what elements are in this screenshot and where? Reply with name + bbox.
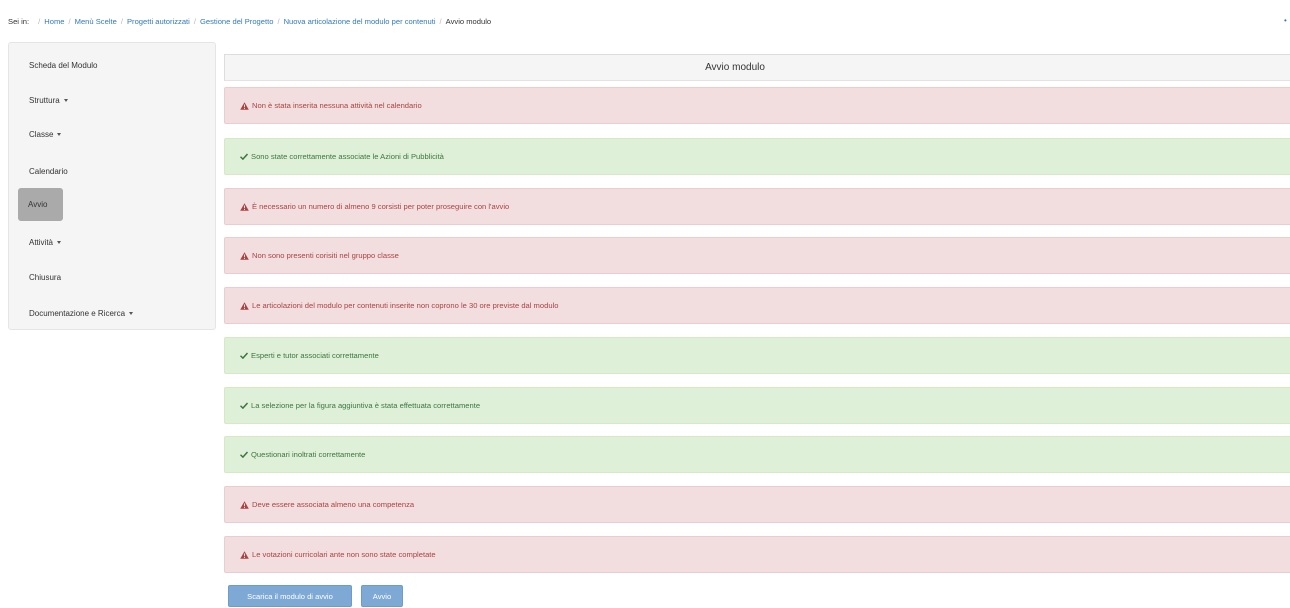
warning-icon [240, 301, 249, 310]
warning-icon [240, 550, 249, 559]
alert-text: Non sono presenti corisiti nel gruppo cl… [252, 251, 399, 260]
sidebar: Scheda del Modulo Struttura Classe Calen… [8, 42, 216, 330]
alert-text: Sono state correttamente associate le Az… [251, 152, 444, 161]
alert-text: Le articolazioni del modulo per contenut… [252, 301, 559, 310]
caret-down-icon [63, 98, 68, 102]
alert-text: La selezione per la figura aggiuntiva è … [251, 401, 481, 410]
avvio-button[interactable]: Avvio [361, 585, 403, 607]
sidebar-item-label: Avvio [28, 200, 48, 209]
alert-danger: Non sono presenti corisiti nel gruppo cl… [224, 237, 1290, 274]
sidebar-item-documentazione[interactable]: Documentazione e Ricerca [9, 296, 215, 330]
sidebar-item-label: Struttura [29, 95, 60, 105]
alert-success: Esperti e tutor associati correttamente [224, 337, 1290, 374]
caret-down-icon [57, 132, 62, 136]
sidebar-item-chiusura[interactable]: Chiusura [9, 260, 215, 294]
caret-down-icon [129, 311, 134, 315]
breadcrumb-separator: / [193, 16, 196, 26]
alert-danger: Le articolazioni del modulo per contenut… [224, 287, 1290, 324]
caret-down-icon [57, 240, 62, 244]
check-icon [240, 402, 248, 409]
alert-danger: Deve essere associata almeno una compete… [224, 486, 1290, 523]
breadcrumb-separator: / [120, 16, 123, 26]
panel-heading: Avvio modulo [224, 54, 1290, 81]
sidebar-item-label: Scheda del Modulo [29, 60, 98, 70]
sidebar-item-label: Calendario [29, 166, 68, 176]
sidebar-item-attivita[interactable]: Attività [9, 225, 215, 259]
breadcrumb-current: Avvio modulo [445, 16, 492, 26]
breadcrumb-separator: / [38, 16, 41, 26]
breadcrumb-separator: / [68, 16, 71, 26]
breadcrumb: Sei in: / Home / Menù Scelte / Progetti … [8, 15, 491, 27]
avvio-panel: Avvio modulo Non è stata inserita nessun… [224, 54, 1290, 581]
alert-text: Non è stata inserita nessuna attività ne… [252, 101, 422, 110]
alert-text: Questionari inoltrati correttamente [251, 450, 366, 459]
alert-text: È necessario un numero di almeno 9 corsi… [252, 202, 510, 211]
check-icon [240, 352, 248, 359]
warning-icon [240, 202, 249, 211]
sidebar-item-label: Classe [29, 129, 54, 139]
download-modulo-button[interactable]: Scarica il modulo di avvio [228, 585, 352, 607]
alert-success: Questionari inoltrati correttamente [224, 436, 1290, 473]
check-icon [240, 153, 248, 160]
alert-danger: Le votazioni curricolari ante non sono s… [224, 536, 1290, 573]
sidebar-item-scheda-modulo[interactable]: Scheda del Modulo [9, 48, 215, 82]
alert-text: Esperti e tutor associati correttamente [251, 351, 379, 360]
warning-icon [240, 251, 249, 260]
alert-danger: È necessario un numero di almeno 9 corsi… [224, 188, 1290, 225]
breadcrumb-separator: / [277, 16, 280, 26]
sidebar-item-avvio[interactable]: Avvio [18, 188, 63, 221]
sidebar-item-label: Attività [29, 237, 54, 247]
breadcrumb-menu-scelte[interactable]: Menù Scelte [75, 17, 117, 26]
sidebar-item-label: Chiusura [29, 272, 62, 282]
warning-icon [240, 101, 249, 110]
breadcrumb-progetti-autorizzati[interactable]: Progetti autorizzati [127, 17, 190, 26]
breadcrumb-prefix: Sei in: [8, 16, 30, 26]
alert-text: Le votazioni curricolari ante non sono s… [252, 550, 436, 559]
edge-link-glyph[interactable]: • [1284, 16, 1287, 25]
breadcrumb-nuova-articolazione[interactable]: Nuova articolazione del modulo per conte… [284, 17, 436, 26]
sidebar-item-calendario[interactable]: Calendario [9, 154, 215, 188]
sidebar-item-label: Documentazione e Ricerca [29, 308, 126, 318]
breadcrumb-gestione-progetto[interactable]: Gestione del Progetto [200, 17, 273, 26]
breadcrumb-home[interactable]: Home [44, 17, 64, 26]
alert-text: Deve essere associata almeno una compete… [252, 500, 415, 509]
warning-icon [240, 500, 249, 509]
sidebar-item-struttura[interactable]: Struttura [9, 83, 215, 117]
alert-success: Sono state correttamente associate le Az… [224, 138, 1290, 175]
panel-title: Avvio modulo [705, 62, 765, 73]
sidebar-item-classe[interactable]: Classe [9, 117, 215, 151]
alert-danger: Non è stata inserita nessuna attività ne… [224, 87, 1290, 124]
check-icon [240, 451, 248, 458]
alert-success: La selezione per la figura aggiuntiva è … [224, 387, 1290, 424]
breadcrumb-separator: / [439, 16, 442, 26]
